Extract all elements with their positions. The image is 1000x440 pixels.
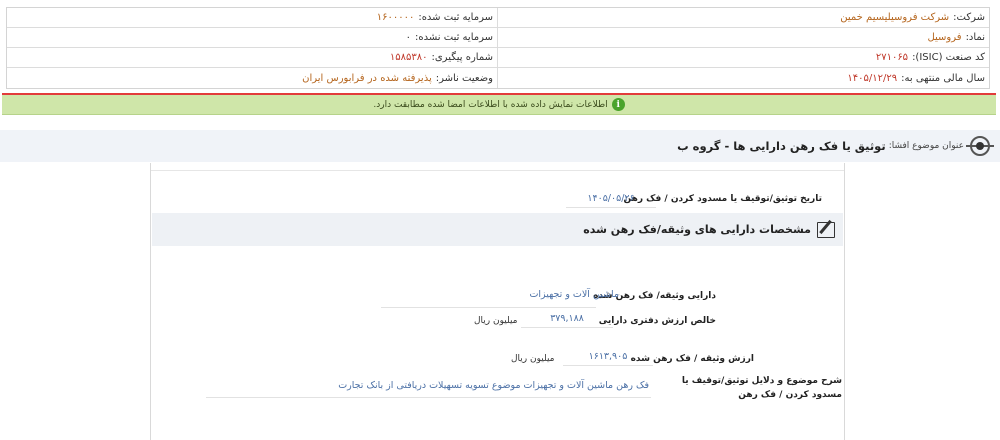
fiscal-year-value: ۱۴۰۵/۱۲/۲۹ — [847, 72, 898, 84]
tracking-cell: شماره پیگیری: ۱۵۸۵۳۸۰ — [7, 48, 498, 67]
verification-notice: i اطلاعات نمایش داده شده با اطلاعات امضا… — [2, 95, 996, 115]
subject-title: توثیق یا فک رهن دارایی ها - گروه ب — [677, 139, 886, 153]
description-value-wrap: فک رهن ماشین آلات و تجهیزات موضوع تسویه … — [338, 380, 649, 391]
company-value[interactable]: شرکت فروسیلیسیم خمین — [840, 12, 949, 23]
info-row-symbol: نماد: فروسیل سرمایه ثبت نشده: ۰ — [7, 28, 989, 48]
info-row-isic: کد صنعت (ISIC): ۲۷۱۰۶۵ شماره پیگیری: ۱۵۸… — [7, 48, 989, 68]
book-value-row: خالص ارزش دفتری دارایی — [599, 316, 716, 326]
description-value: فک رهن ماشین آلات و تجهیزات موضوع تسویه … — [338, 380, 649, 391]
fiscal-year-label: سال مالی منتهی به: — [901, 72, 985, 84]
notice-text: اطلاعات نمایش داده شده با اطلاعات امضا ش… — [373, 99, 608, 110]
info-icon: i — [611, 98, 625, 111]
symbol-cell: نماد: فروسیل — [496, 28, 989, 47]
asset-underline — [381, 307, 596, 308]
target-icon — [966, 136, 994, 156]
subject-header: عنوان موضوع افشا: توثیق یا فک رهن دارایی… — [0, 130, 1000, 162]
company-info-table: شرکت: شرکت فروسیلیسیم خمین سرمایه ثبت شد… — [6, 7, 990, 89]
book-value-unit: میلیون ریال — [474, 316, 518, 326]
description-underline — [206, 397, 651, 398]
registered-capital-cell: سرمایه ثبت شده: ۱۶۰۰۰۰۰ — [7, 8, 498, 27]
company-cell: شرکت: شرکت فروسیلیسیم خمین — [496, 8, 989, 27]
symbol-value[interactable]: فروسیل — [927, 32, 961, 43]
assets-section-title: مشخصات دارایی های وثیقه/فک رهن شده — [583, 223, 811, 236]
isic-label: کد صنعت (ISIC): — [912, 52, 985, 63]
fiscal-year-cell: سال مالی منتهی به: ۱۴۰۵/۱۲/۲۹ — [496, 68, 989, 88]
book-value-value: ۳۷۹,۱۸۸ — [521, 310, 613, 328]
asset-value: ماشین آلات و تجهیزات — [529, 289, 619, 300]
registered-capital-label: سرمایه ثبت شده: — [418, 12, 493, 23]
subject-label: عنوان موضوع افشا: — [888, 141, 964, 151]
description-label: شرح موضوع و دلایل توثیق/توقیف یا مسدود ک… — [681, 376, 842, 400]
tracking-value: ۱۵۸۵۳۸۰ — [389, 52, 428, 63]
isic-cell: کد صنعت (ISIC): ۲۷۱۰۶۵ — [496, 48, 989, 67]
tracking-label: شماره پیگیری: — [431, 52, 493, 63]
publisher-status-label: وضعیت ناشر: — [435, 72, 493, 84]
collateral-value-value: ۱۶۱۳,۹۰۵ — [563, 348, 653, 366]
info-row-company: شرکت: شرکت فروسیلیسیم خمین سرمایه ثبت شد… — [7, 8, 989, 28]
symbol-label: نماد: — [965, 32, 985, 43]
date-value: ۱۴۰۵/۰۵/۲۶ — [566, 190, 656, 208]
info-row-fiscal: سال مالی منتهی به: ۱۴۰۵/۱۲/۲۹ وضعیت ناشر… — [7, 68, 989, 88]
publisher-status-cell: وضعیت ناشر: پذیرفته شده در فرابورس ایران — [7, 68, 498, 88]
unregistered-capital-label: سرمایه ثبت نشده: — [415, 32, 493, 43]
assets-section-header: مشخصات دارایی های وثیقه/فک رهن شده — [152, 213, 843, 246]
unregistered-capital-cell: سرمایه ثبت نشده: ۰ — [7, 28, 498, 47]
edit-icon — [817, 221, 835, 238]
book-value-label: خالص ارزش دفتری دارایی — [598, 316, 716, 326]
details-panel: تاریخ توثیق/توقیف یا مسدود کردن / فک رهن… — [150, 163, 845, 440]
panel-top-border — [151, 163, 844, 171]
registered-capital-value: ۱۶۰۰۰۰۰ — [376, 12, 415, 23]
company-label: شرکت: — [953, 12, 985, 23]
description-row: شرح موضوع و دلایل توثیق/توقیف یا مسدود ک… — [652, 374, 842, 402]
publisher-status-value: پذیرفته شده در فرابورس ایران — [302, 72, 432, 84]
asset-value-wrap: ماشین آلات و تجهیزات — [529, 289, 619, 300]
isic-value: ۲۷۱۰۶۵ — [875, 52, 909, 63]
unregistered-capital-value: ۰ — [405, 32, 412, 43]
collateral-value-unit: میلیون ریال — [511, 354, 555, 364]
